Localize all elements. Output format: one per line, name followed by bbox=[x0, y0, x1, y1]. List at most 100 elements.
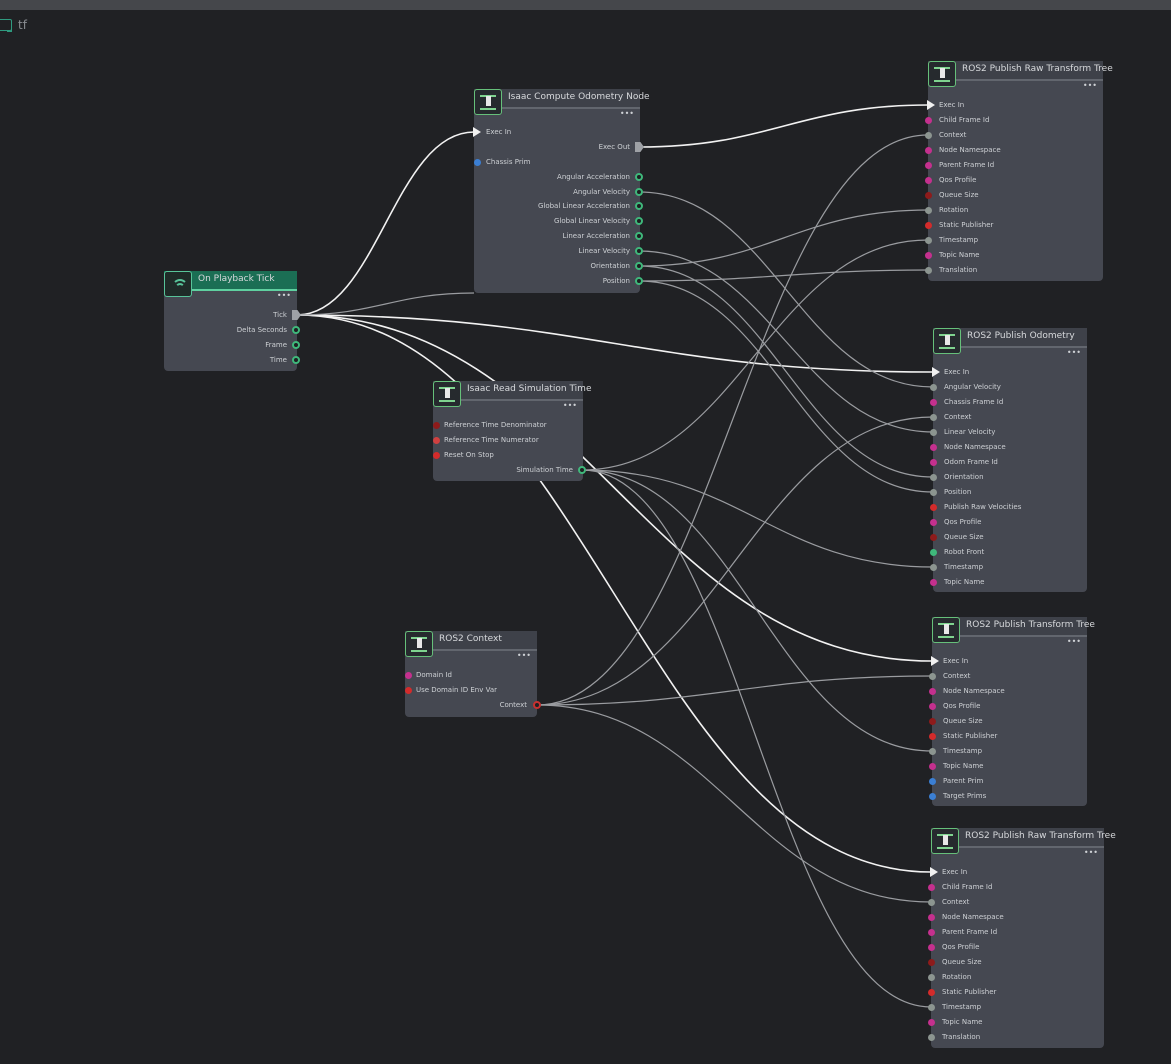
node-menu-icon[interactable]: ••• bbox=[563, 401, 577, 410]
pin-context-in[interactable] bbox=[925, 132, 932, 139]
pin-context-in[interactable] bbox=[929, 673, 936, 680]
pin-tick-out[interactable] bbox=[292, 310, 301, 320]
pin-label-context: Context bbox=[943, 672, 971, 680]
pin-timestamp-in[interactable] bbox=[925, 237, 932, 244]
node-menu-icon[interactable]: ••• bbox=[1067, 637, 1081, 646]
pin-queue-size-in[interactable] bbox=[925, 192, 932, 199]
pin-chassis-frame-id-in[interactable] bbox=[930, 399, 937, 406]
pin-label-timestamp: Timestamp bbox=[939, 236, 979, 244]
pin-parent-frame-id-in[interactable] bbox=[928, 929, 935, 936]
pin-label-angular-velocity: Angular Velocity bbox=[573, 188, 630, 196]
pin-timestamp-in[interactable] bbox=[930, 564, 937, 571]
pin-linear-acceleration-out[interactable] bbox=[635, 232, 643, 240]
pin-delta-seconds-out[interactable] bbox=[292, 326, 300, 334]
pin-linear-velocity-out[interactable] bbox=[635, 247, 643, 255]
pin-static-publisher-in[interactable] bbox=[928, 989, 935, 996]
pin-target-prims-in[interactable] bbox=[929, 793, 936, 800]
node-menu-icon[interactable]: ••• bbox=[1084, 848, 1098, 857]
pin-domain-id-in[interactable] bbox=[405, 672, 412, 679]
node-menu-icon[interactable]: ••• bbox=[277, 291, 291, 300]
pin-parent-prim-in[interactable] bbox=[929, 778, 936, 785]
pin-exec-in-in[interactable] bbox=[931, 656, 939, 666]
pin-angular-velocity-in[interactable] bbox=[930, 384, 937, 391]
pin-context-in[interactable] bbox=[930, 414, 937, 421]
pin-label-parent-frame-id: Parent Frame Id bbox=[939, 161, 995, 169]
pin-parent-frame-id-in[interactable] bbox=[925, 162, 932, 169]
pin-linear-velocity-in[interactable] bbox=[930, 429, 937, 436]
node-menu-icon[interactable]: ••• bbox=[620, 109, 634, 118]
pin-exec-in-in[interactable] bbox=[927, 100, 935, 110]
pin-robot-front-in[interactable] bbox=[930, 549, 937, 556]
pin-use-domain-id-env-var-in[interactable] bbox=[405, 687, 412, 694]
pin-queue-size-in[interactable] bbox=[930, 534, 937, 541]
pin-topic-name-in[interactable] bbox=[925, 252, 932, 259]
pin-timestamp-in[interactable] bbox=[929, 748, 936, 755]
node-ros2-publish-transform-tree[interactable]: ROS2 Publish Transform Tree ••• Exec In C… bbox=[932, 617, 1095, 806]
pin-reference-time-denominator-in[interactable] bbox=[433, 422, 440, 429]
node-ros2-publish-raw-transform-tree-1[interactable]: ROS2 Publish Raw Transform Tree ••• Exec… bbox=[928, 61, 1113, 281]
pin-odom-frame-id-in[interactable] bbox=[930, 459, 937, 466]
pin-orientation-in[interactable] bbox=[930, 474, 937, 481]
pin-label-time: Time bbox=[269, 356, 287, 364]
pin-qos-profile-in[interactable] bbox=[928, 944, 935, 951]
pin-context-in[interactable] bbox=[928, 899, 935, 906]
node-ros2-context[interactable]: ROS2 Context ••• Domain Id Use Domain ID… bbox=[405, 631, 537, 717]
pin-qos-profile-in[interactable] bbox=[929, 703, 936, 710]
pin-chassis-prim-in[interactable] bbox=[474, 159, 481, 166]
pin-angular-acceleration-out[interactable] bbox=[635, 173, 643, 181]
pin-timestamp-in[interactable] bbox=[928, 1004, 935, 1011]
pin-qos-profile-in[interactable] bbox=[925, 177, 932, 184]
node-menu-icon[interactable]: ••• bbox=[1083, 81, 1097, 90]
pin-node-namespace-in[interactable] bbox=[925, 147, 932, 154]
pin-translation-in[interactable] bbox=[925, 267, 932, 274]
pin-context-out[interactable] bbox=[533, 701, 541, 709]
pin-exec-in[interactable] bbox=[473, 127, 481, 137]
pin-node-namespace-in[interactable] bbox=[929, 688, 936, 695]
node-ros2-publish-odometry[interactable]: ROS2 Publish Odometry ••• Exec In Angular… bbox=[933, 328, 1087, 592]
pin-exec-out[interactable] bbox=[635, 142, 644, 152]
pin-translation-in[interactable] bbox=[928, 1034, 935, 1041]
pin-label-publish-raw-velocities: Publish Raw Velocities bbox=[944, 503, 1022, 511]
node-isaac-compute-odometry[interactable]: Isaac Compute Odometry Node ••• Exec In … bbox=[474, 89, 650, 293]
pin-global-linear-velocity-out[interactable] bbox=[635, 217, 643, 225]
pin-angular-velocity-out[interactable] bbox=[635, 188, 643, 196]
node-on-playback-tick[interactable]: On Playback Tick ••• Tick Delta Seconds … bbox=[164, 271, 297, 371]
pin-simulation-time-out[interactable] bbox=[578, 466, 586, 474]
pin-label-queue-size: Queue Size bbox=[942, 958, 982, 966]
pin-reset-on-stop-in[interactable] bbox=[433, 452, 440, 459]
pin-topic-name-in[interactable] bbox=[929, 763, 936, 770]
node-ros2-publish-raw-transform-tree-2[interactable]: ROS2 Publish Raw Transform Tree ••• Exec… bbox=[931, 828, 1116, 1048]
pin-label-robot-front: Robot Front bbox=[944, 548, 985, 556]
pin-queue-size-in[interactable] bbox=[928, 959, 935, 966]
pin-static-publisher-in[interactable] bbox=[925, 222, 932, 229]
node-menu-icon[interactable]: ••• bbox=[517, 651, 531, 660]
pin-exec-in-in[interactable] bbox=[932, 367, 940, 377]
pin-rotation-in[interactable] bbox=[925, 207, 932, 214]
node-menu-icon[interactable]: ••• bbox=[1067, 348, 1081, 357]
pin-position-in[interactable] bbox=[930, 489, 937, 496]
pin-node-namespace-in[interactable] bbox=[928, 914, 935, 921]
pin-label-tick: Tick bbox=[273, 311, 287, 319]
pin-time-out[interactable] bbox=[292, 356, 300, 364]
pin-position-out[interactable] bbox=[635, 277, 643, 285]
pin-frame-out[interactable] bbox=[292, 341, 300, 349]
pin-label-linear-velocity: Linear Velocity bbox=[578, 247, 630, 255]
pin-topic-name-in[interactable] bbox=[928, 1019, 935, 1026]
node-isaac-read-simulation-time[interactable]: Isaac Read Simulation Time ••• Reference… bbox=[433, 381, 591, 481]
pin-qos-profile-in[interactable] bbox=[930, 519, 937, 526]
pin-child-frame-id-in[interactable] bbox=[925, 117, 932, 124]
pin-orientation-out[interactable] bbox=[635, 262, 643, 270]
pin-global-linear-acceleration-out[interactable] bbox=[635, 202, 643, 210]
pin-topic-name-in[interactable] bbox=[930, 579, 937, 586]
pin-static-publisher-in[interactable] bbox=[929, 733, 936, 740]
pin-queue-size-in[interactable] bbox=[929, 718, 936, 725]
pin-reference-time-numerator-in[interactable] bbox=[433, 437, 440, 444]
pin-exec-in-in[interactable] bbox=[930, 867, 938, 877]
pin-node-namespace-in[interactable] bbox=[930, 444, 937, 451]
pin-label-angular-acceleration: Angular Acceleration bbox=[557, 173, 630, 181]
pin-rotation-in[interactable] bbox=[928, 974, 935, 981]
pin-publish-raw-velocities-in[interactable] bbox=[930, 504, 937, 511]
pin-label-queue-size: Queue Size bbox=[944, 533, 984, 541]
graph-breadcrumb[interactable]: tf bbox=[0, 16, 27, 34]
pin-child-frame-id-in[interactable] bbox=[928, 884, 935, 891]
